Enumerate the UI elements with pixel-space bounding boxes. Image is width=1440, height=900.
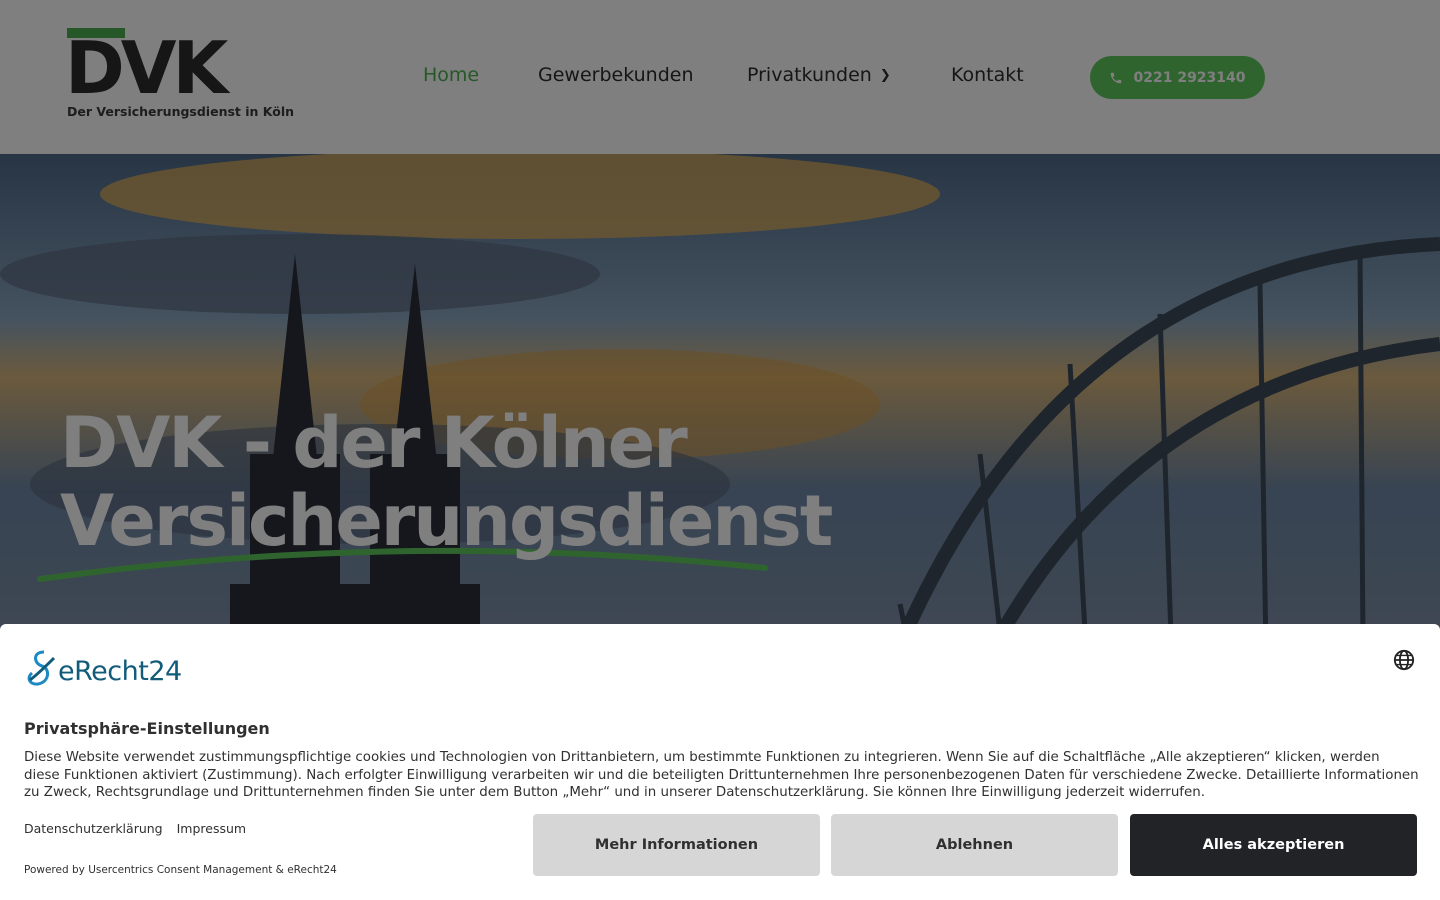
powered-by-text: Powered by Usercentrics Consent Manageme… <box>24 864 337 876</box>
consent-title: Privatsphäre-Einstellungen <box>24 719 270 738</box>
more-info-button[interactable]: Mehr Informationen <box>533 814 820 876</box>
consent-text: Diese Website verwendet zustimmungspflic… <box>24 750 1419 800</box>
accept-all-button[interactable]: Alles akzeptieren <box>1130 814 1417 876</box>
erecht24-logo: eRecht24 <box>24 648 204 688</box>
consent-links: Datenschutzerklärung Impressum <box>24 821 256 836</box>
consent-banner: eRecht24 Privatsphäre-Einstellungen Dies… <box>0 624 1440 900</box>
erecht24-brand-text: eRecht24 <box>58 656 182 687</box>
imprint-link[interactable]: Impressum <box>177 821 246 836</box>
privacy-policy-link[interactable]: Datenschutzerklärung <box>24 821 163 836</box>
deny-button[interactable]: Ablehnen <box>831 814 1118 876</box>
language-globe-icon[interactable] <box>1393 649 1415 671</box>
erecht24-symbol-icon <box>27 650 56 686</box>
